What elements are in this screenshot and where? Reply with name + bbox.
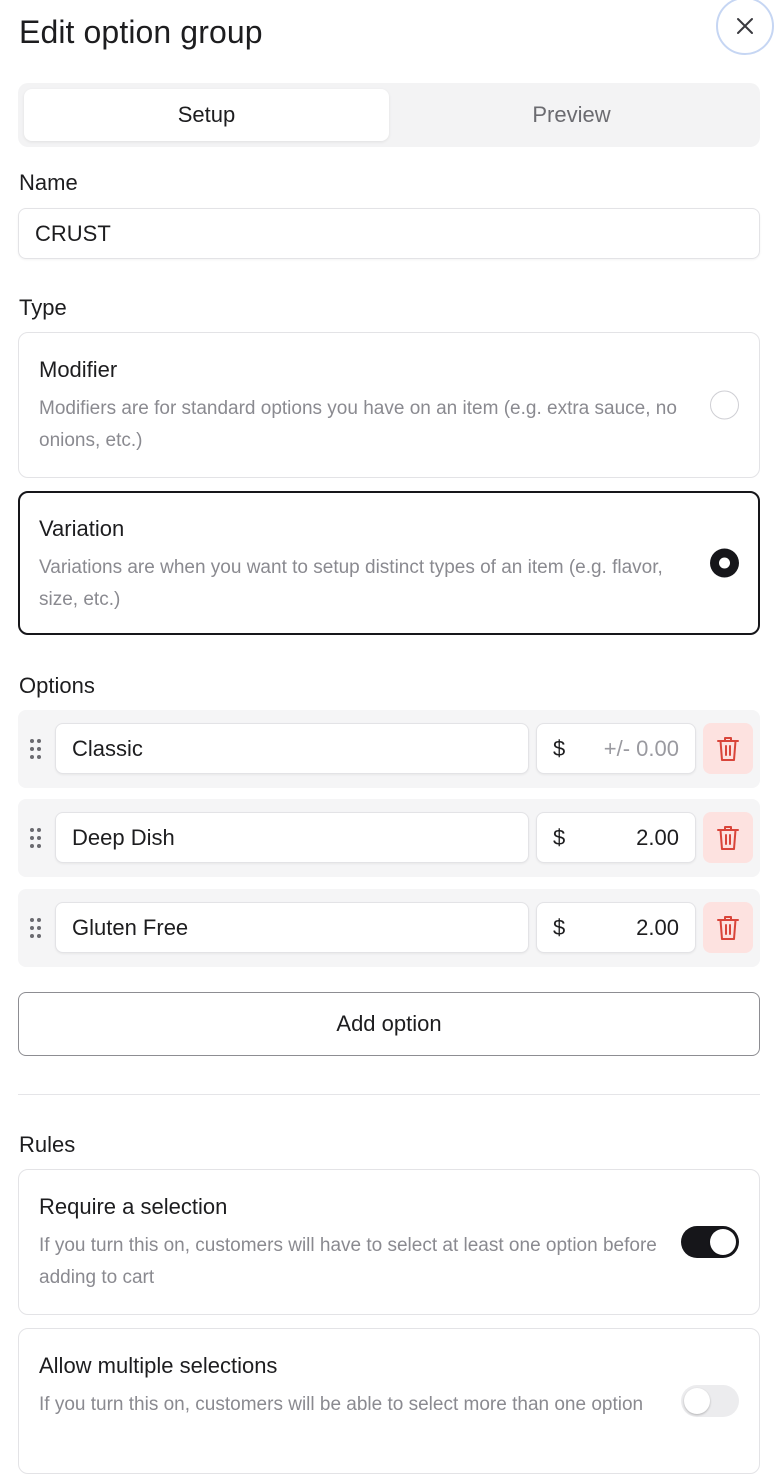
option-price-value: 2.00	[636, 914, 679, 940]
add-option-button[interactable]: Add option	[18, 992, 760, 1056]
option-row: Classic $ +/- 0.00	[18, 710, 760, 788]
option-price-input[interactable]: $ 2.00	[536, 902, 696, 953]
options-label: Options	[19, 673, 95, 698]
option-price-input[interactable]: $ 2.00	[536, 812, 696, 863]
toggle-knob	[684, 1388, 710, 1414]
tab-setup[interactable]: Setup	[24, 89, 389, 141]
rule-card-require-selection: Require a selection If you turn this on,…	[18, 1169, 760, 1315]
option-price-input[interactable]: $ +/- 0.00	[536, 723, 696, 774]
type-variation-description: Variations are when you want to setup di…	[39, 557, 663, 610]
drag-handle-icon[interactable]	[30, 918, 44, 938]
rules-label: Rules	[19, 1132, 76, 1157]
trash-icon	[717, 915, 739, 940]
currency-symbol: $	[553, 735, 566, 761]
name-input[interactable]: CRUST	[18, 208, 760, 259]
rule-require-title: Require a selection	[39, 1194, 228, 1219]
divider	[18, 1094, 760, 1095]
type-modifier-radio[interactable]	[710, 390, 739, 420]
option-price-value: 2.00	[636, 824, 679, 850]
tab-bar: Setup Preview	[18, 83, 760, 147]
toggle-knob	[710, 1229, 736, 1255]
option-name-input[interactable]: Classic	[55, 723, 529, 774]
require-selection-toggle[interactable]	[681, 1226, 739, 1258]
edit-option-group-panel: Edit option group Setup Preview Name CRU…	[0, 0, 774, 1480]
option-name-input[interactable]: Gluten Free	[55, 902, 529, 953]
type-variation-title: Variation	[39, 516, 125, 541]
type-card-variation[interactable]: Variation Variations are when you want t…	[18, 491, 760, 635]
drag-handle-icon[interactable]	[30, 739, 44, 759]
rule-require-description: If you turn this on, customers will have…	[39, 1235, 657, 1288]
rule-multiple-title: Allow multiple selections	[39, 1353, 278, 1378]
type-modifier-title: Modifier	[39, 357, 118, 382]
option-name-input[interactable]: Deep Dish	[55, 812, 529, 863]
currency-symbol: $	[553, 824, 566, 850]
delete-option-button[interactable]	[703, 812, 753, 863]
rule-card-multiple-selections: Allow multiple selections If you turn th…	[18, 1328, 760, 1474]
option-row: Gluten Free $ 2.00	[18, 889, 760, 967]
rule-multiple-description: If you turn this on, customers will be a…	[39, 1394, 644, 1415]
trash-icon	[717, 736, 739, 761]
delete-option-button[interactable]	[703, 902, 753, 953]
multiple-selections-toggle[interactable]	[681, 1385, 739, 1417]
delete-option-button[interactable]	[703, 723, 753, 774]
trash-icon	[717, 825, 739, 850]
page-title: Edit option group	[19, 14, 263, 50]
type-variation-radio[interactable]	[710, 548, 739, 578]
name-label: Name	[19, 170, 78, 195]
tab-preview[interactable]: Preview	[389, 89, 754, 141]
drag-handle-icon[interactable]	[30, 828, 44, 848]
type-card-modifier[interactable]: Modifier Modifiers are for standard opti…	[18, 332, 760, 478]
currency-symbol: $	[553, 914, 566, 940]
option-row: Deep Dish $ 2.00	[18, 799, 760, 877]
option-price-placeholder: +/- 0.00	[603, 735, 679, 761]
type-modifier-description: Modifiers are for standard options you h…	[39, 398, 677, 451]
type-label: Type	[19, 295, 67, 320]
close-button[interactable]	[716, 0, 774, 55]
close-icon	[737, 18, 753, 34]
